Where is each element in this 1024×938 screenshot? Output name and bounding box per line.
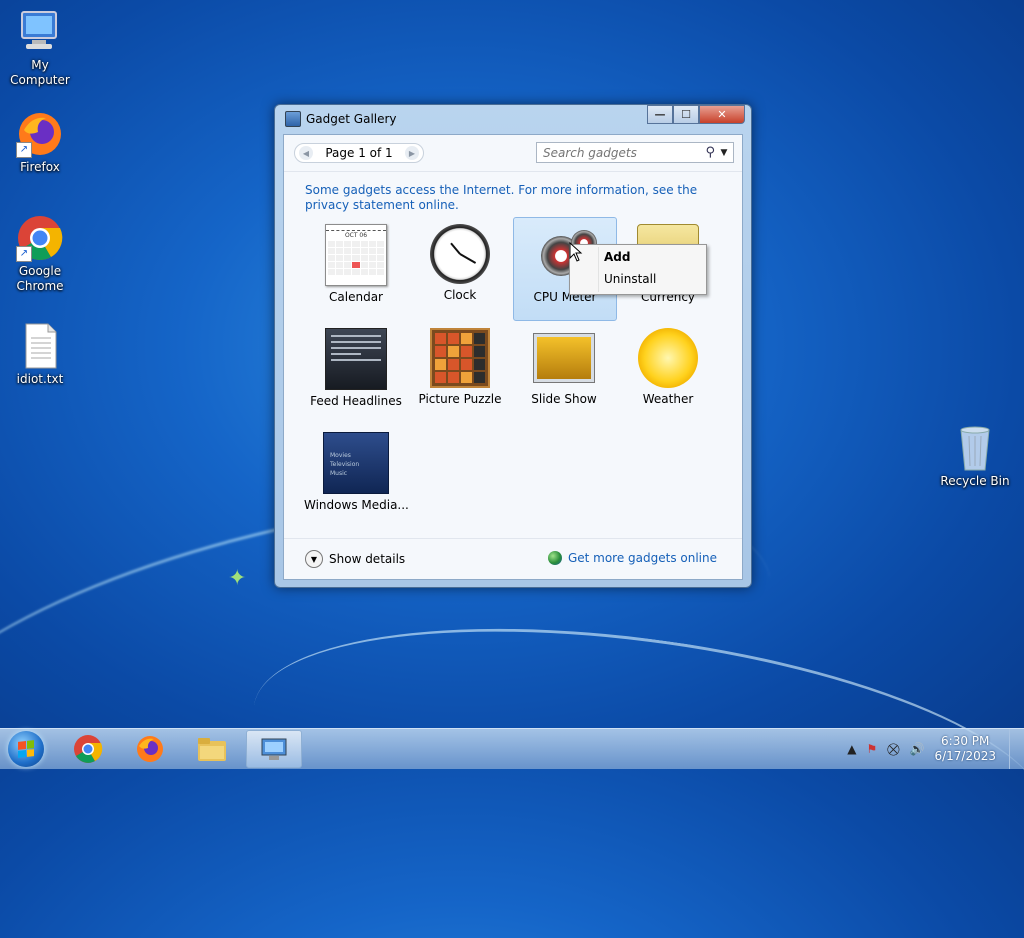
- window-controls: — ☐ ✕: [647, 105, 745, 124]
- wallpaper-leaf: ✦: [228, 566, 247, 591]
- wmc-item: Movies: [330, 452, 351, 459]
- network-icon[interactable]: ⛒: [887, 742, 899, 757]
- start-button[interactable]: [8, 731, 44, 767]
- show-details-label: Show details: [329, 552, 406, 566]
- close-button[interactable]: ✕: [699, 105, 745, 124]
- gadget-label: Slide Show: [531, 392, 597, 406]
- clock-time: 6:30 PM: [941, 734, 990, 748]
- desktop-icon-label: Recycle Bin: [940, 474, 1010, 488]
- search-dropdown-icon[interactable]: ▼: [715, 148, 733, 158]
- taskbar-gadget-gallery[interactable]: [246, 730, 302, 768]
- desktop-icon-label: Google Chrome: [16, 264, 64, 293]
- next-page-button[interactable]: ▶: [405, 146, 419, 160]
- desktop-icon-label: idiot.txt: [16, 372, 64, 386]
- gadget-feed-headlines[interactable]: Feed Headlines: [304, 320, 408, 424]
- search-box: ⚲ ▼: [536, 142, 734, 163]
- gadget-weather[interactable]: Weather: [616, 320, 720, 424]
- gadget-label: Picture Puzzle: [418, 392, 502, 406]
- gadget-label: Calendar: [329, 290, 383, 304]
- window-title-bar[interactable]: Gadget Gallery: [285, 111, 397, 127]
- calendar-icon: OCT 06: [325, 224, 387, 286]
- maximize-button[interactable]: ☐: [673, 105, 699, 124]
- picture-puzzle-icon: [430, 328, 490, 388]
- menu-item-uninstall[interactable]: Uninstall: [604, 272, 656, 286]
- taskbar-firefox[interactable]: [122, 730, 178, 768]
- clock-icon: [430, 224, 490, 284]
- search-input[interactable]: [541, 144, 695, 161]
- show-details-toggle[interactable]: ▼ Show details: [305, 550, 405, 568]
- menu-gutter: [598, 247, 599, 292]
- gadget-label: Feed Headlines: [310, 394, 402, 408]
- slide-show-icon: [534, 334, 594, 382]
- window-client-area: ◀ Page 1 of 1 ▶ ⚲ ▼ Some gadgets access …: [283, 134, 743, 580]
- desktop-icon-label: My Computer: [10, 58, 70, 87]
- desktop-icon-firefox[interactable]: ↗ Firefox: [0, 110, 80, 175]
- gadget-gallery-window: Gadget Gallery — ☐ ✕ ◀ Page 1 of 1 ▶ ⚲ ▼…: [274, 104, 752, 588]
- wmc-item: Music: [330, 470, 348, 477]
- desktop-icon-chrome[interactable]: ↗ Google Chrome: [0, 214, 80, 294]
- volume-icon[interactable]: 🔊: [910, 742, 925, 756]
- wmc-item: Television: [330, 461, 360, 468]
- windows-media-center-icon: Movies Television Music: [323, 432, 389, 494]
- gadget-calendar[interactable]: OCT 06 Calendar: [304, 216, 408, 320]
- window-title: Gadget Gallery: [306, 112, 397, 126]
- computer-icon: [16, 8, 64, 56]
- shortcut-arrow-icon: ↗: [16, 142, 32, 158]
- gadget-slide-show[interactable]: Slide Show: [512, 320, 616, 424]
- get-more-gadgets-link[interactable]: Get more gadgets online: [547, 551, 717, 565]
- context-menu: Add Uninstall: [569, 244, 707, 295]
- minimize-button[interactable]: —: [647, 105, 673, 124]
- gallery-toolbar: ◀ Page 1 of 1 ▶ ⚲ ▼: [284, 135, 742, 172]
- desktop-icon-recycle-bin[interactable]: Recycle Bin: [935, 424, 1015, 489]
- text-file-icon: [16, 322, 64, 370]
- gadget-label: Clock: [443, 288, 477, 302]
- desktop-icon-my-computer[interactable]: My Computer: [0, 8, 80, 88]
- shortcut-arrow-icon: ↗: [16, 246, 32, 262]
- gadget-gallery-icon: [261, 738, 287, 760]
- feed-headlines-icon: [325, 328, 387, 390]
- folder-icon: [198, 738, 226, 761]
- taskbar-explorer[interactable]: [184, 730, 240, 768]
- chrome-icon: [74, 735, 103, 763]
- gadget-label: Weather: [642, 392, 694, 406]
- gadget-gallery-icon: [285, 111, 301, 127]
- gadget-clock[interactable]: Clock: [408, 216, 512, 320]
- firefox-icon: [137, 736, 163, 762]
- show-desktop-button[interactable]: [1009, 729, 1024, 769]
- gallery-footer: ▼ Show details Get more gadgets online: [284, 538, 742, 579]
- prev-page-button[interactable]: ◀: [299, 146, 313, 160]
- privacy-info-link[interactable]: Some gadgets access the Internet. For mo…: [305, 183, 705, 213]
- system-tray: ▲ ⚑ ⛒ 🔊 6:30 PM 6/17/2023: [847, 729, 1024, 769]
- desktop-icon-label: Firefox: [20, 160, 60, 174]
- get-more-label: Get more gadgets online: [567, 551, 717, 565]
- globe-icon: [547, 551, 562, 565]
- weather-sun-icon: [638, 328, 698, 388]
- taskbar: ▲ ⚑ ⛒ 🔊 6:30 PM 6/17/2023: [0, 728, 1024, 769]
- clock-date: 6/17/2023: [934, 749, 996, 763]
- show-hidden-icons-arrow[interactable]: ▲: [847, 742, 856, 756]
- page-indicator: Page 1 of 1: [325, 146, 393, 160]
- gadget-windows-media-center[interactable]: Movies Television Music Windows Media...: [304, 424, 409, 528]
- desktop-icon-idiot-txt[interactable]: idiot.txt: [0, 322, 80, 387]
- recycle-bin-icon: [951, 424, 999, 472]
- chrome-icon: ↗: [16, 214, 64, 262]
- menu-item-add[interactable]: Add: [604, 250, 630, 264]
- taskbar-clock[interactable]: 6:30 PM 6/17/2023: [934, 734, 996, 764]
- chevron-down-icon: ▼: [305, 550, 323, 568]
- action-center-flag-icon[interactable]: ⚑: [867, 742, 878, 756]
- taskbar-chrome[interactable]: [60, 730, 116, 768]
- gadget-label: Windows Media...: [304, 498, 409, 512]
- pager: ◀ Page 1 of 1 ▶: [294, 143, 424, 163]
- calendar-month: OCT 06: [344, 232, 368, 239]
- windows-logo-icon: [18, 740, 34, 758]
- search-icon[interactable]: ⚲: [705, 145, 715, 160]
- firefox-icon: ↗: [16, 110, 64, 158]
- gadget-picture-puzzle[interactable]: Picture Puzzle: [408, 320, 512, 424]
